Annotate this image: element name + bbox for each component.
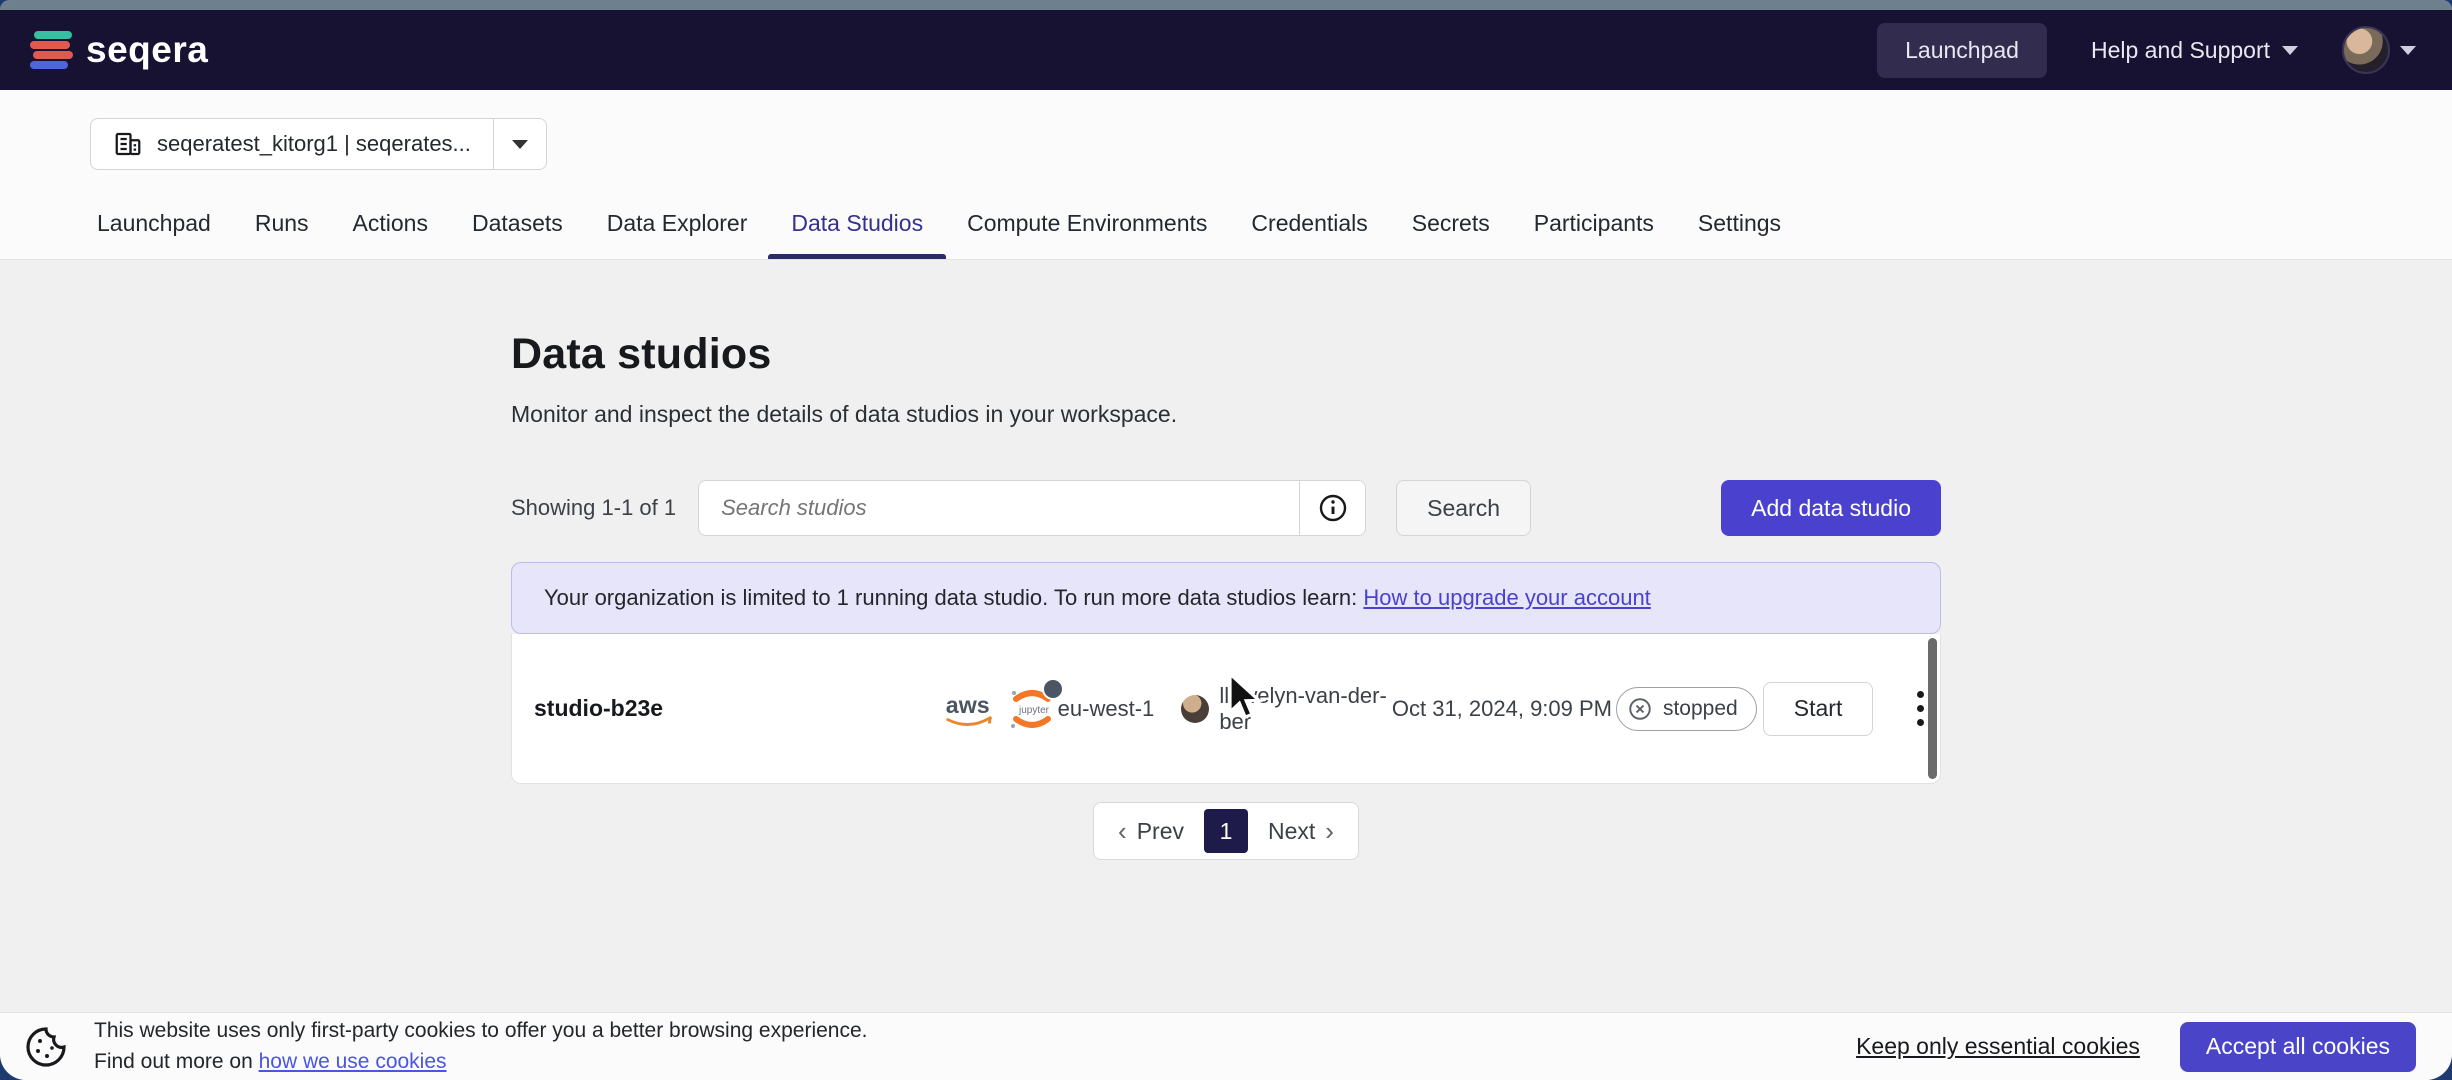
- search-button[interactable]: Search: [1396, 480, 1531, 536]
- accept-all-cookies-button[interactable]: Accept all cookies: [2180, 1022, 2416, 1072]
- status-badge: stopped: [1616, 687, 1757, 731]
- org-workspace-selector[interactable]: seqeratest_kitorg1 | seqerates...: [90, 118, 547, 170]
- pagination-next-button[interactable]: Next ›: [1254, 810, 1348, 853]
- chevron-right-icon: ›: [1325, 818, 1334, 844]
- tab-datasets[interactable]: Datasets: [455, 210, 580, 259]
- page-title: Data studios: [511, 330, 1941, 379]
- owner-avatar: [1181, 695, 1209, 723]
- image-version-badge: [1042, 678, 1064, 700]
- jupyter-icon: jupyter: [1006, 683, 1058, 735]
- prev-label: Prev: [1137, 818, 1184, 845]
- org-selector-dropdown-toggle[interactable]: [493, 119, 546, 169]
- tab-secrets[interactable]: Secrets: [1395, 210, 1507, 259]
- user-avatar: [2342, 26, 2390, 74]
- pagination-current-page[interactable]: 1: [1204, 809, 1248, 853]
- help-and-support-menu[interactable]: Help and Support: [2091, 37, 2298, 64]
- how-we-use-cookies-link[interactable]: how we use cookies: [259, 1050, 447, 1073]
- start-studio-button[interactable]: Start: [1763, 682, 1874, 736]
- user-menu[interactable]: [2342, 26, 2416, 74]
- search-input[interactable]: [699, 481, 1299, 535]
- tab-actions[interactable]: Actions: [336, 210, 445, 259]
- pagination-prev-button[interactable]: ‹ Prev: [1104, 810, 1198, 853]
- tab-credentials[interactable]: Credentials: [1234, 210, 1384, 259]
- studios-list: Your organization is limited to 1 runnin…: [511, 562, 1941, 784]
- launchpad-button[interactable]: Launchpad: [1877, 23, 2047, 78]
- results-count: Showing 1-1 of 1: [511, 495, 676, 521]
- upgrade-account-link[interactable]: How to upgrade your account: [1363, 585, 1650, 610]
- keep-essential-cookies-button[interactable]: Keep only essential cookies: [1856, 1033, 2140, 1060]
- seqera-logo[interactable]: seqera: [30, 29, 208, 71]
- tab-data-studios[interactable]: Data Studios: [774, 210, 940, 259]
- workspace-bar: seqeratest_kitorg1 | seqerates...: [0, 90, 2452, 188]
- kebab-icon: [1917, 691, 1924, 698]
- studio-created-date: Oct 31, 2024, 9:09 PM: [1392, 696, 1616, 722]
- help-and-support-label: Help and Support: [2091, 37, 2270, 64]
- add-data-studio-button[interactable]: Add data studio: [1721, 480, 1941, 536]
- svg-text:jupyter: jupyter: [1018, 705, 1050, 716]
- page-subtitle: Monitor and inspect the details of data …: [511, 401, 1941, 428]
- tab-participants[interactable]: Participants: [1517, 210, 1671, 259]
- tab-launchpad[interactable]: Launchpad: [80, 210, 228, 259]
- svg-text:aws: aws: [945, 691, 989, 717]
- info-icon: [1317, 492, 1349, 524]
- search-group: [698, 480, 1366, 536]
- limit-banner-text: Your organization is limited to 1 runnin…: [544, 585, 1363, 610]
- browser-page: seqera Launchpad Help and Support: [0, 0, 2452, 1080]
- org-workspace-label: seqeratest_kitorg1 | seqerates...: [157, 131, 471, 157]
- chevron-down-icon: [512, 140, 528, 149]
- search-info-button[interactable]: [1299, 481, 1365, 535]
- cookie-icon: [22, 1023, 70, 1071]
- tab-compute-environments[interactable]: Compute Environments: [950, 210, 1224, 259]
- studio-owner: llewelyn-van-der-ber: [1181, 683, 1392, 735]
- brand-name: seqera: [86, 29, 208, 71]
- studios-toolbar: Showing 1-1 of 1 Search Add data studio: [511, 480, 1941, 536]
- limit-banner: Your organization is limited to 1 runnin…: [511, 562, 1941, 634]
- seqera-logo-icon: [30, 30, 72, 70]
- studio-row: studio-b23e aws jupyter: [511, 634, 1941, 784]
- cookie-banner: This website uses only first-party cooki…: [0, 1012, 2452, 1080]
- tab-data-explorer[interactable]: Data Explorer: [590, 210, 765, 259]
- app-header: seqera Launchpad Help and Support: [0, 10, 2452, 90]
- organization-icon: [113, 129, 143, 159]
- stopped-icon: [1627, 696, 1653, 722]
- studio-name[interactable]: studio-b23e: [534, 695, 940, 722]
- studio-environment-icons: aws jupyter: [940, 683, 1058, 735]
- list-scrollbar[interactable]: [1928, 638, 1937, 779]
- aws-icon: aws: [940, 687, 998, 731]
- cookie-more-prefix: Find out more on: [94, 1050, 259, 1073]
- window-top-strip: [0, 0, 2452, 10]
- studio-region: eu-west-1: [1058, 696, 1182, 722]
- owner-name: llewelyn-van-der-ber: [1219, 683, 1392, 735]
- main-content: Data studios Monitor and inspect the det…: [0, 260, 2452, 1012]
- tab-settings[interactable]: Settings: [1681, 210, 1798, 259]
- pagination: ‹ Prev 1 Next ›: [1093, 802, 1359, 860]
- next-label: Next: [1268, 818, 1315, 845]
- tab-runs[interactable]: Runs: [238, 210, 326, 259]
- chevron-down-icon: [2282, 46, 2298, 55]
- workspace-tabs: Launchpad Runs Actions Datasets Data Exp…: [0, 188, 2452, 260]
- chevron-down-icon: [2400, 46, 2416, 55]
- cookie-message: This website uses only first-party cooki…: [94, 1016, 867, 1046]
- status-label: stopped: [1663, 697, 1738, 721]
- chevron-left-icon: ‹: [1118, 818, 1127, 844]
